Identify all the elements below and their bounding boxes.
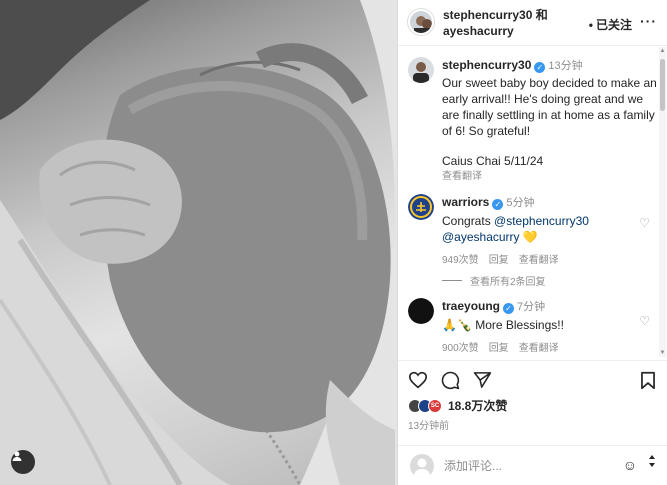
comment-icon[interactable] [441, 371, 460, 395]
comments-list[interactable]: stephencurry30 ✓ 13分钟 Our sweet baby boy d… [398, 47, 660, 359]
emoji-icon[interactable]: ☺ [623, 457, 637, 473]
replies-divider [442, 280, 462, 281]
caption-body: stephencurry30 ✓ 13分钟 Our sweet baby boy d… [442, 57, 658, 185]
post-timestamp[interactable]: 13分钟前 [408, 417, 449, 432]
author-name-line2[interactable]: ayeshacurry [443, 23, 583, 39]
traeyoung-avatar[interactable] [408, 298, 434, 324]
dot-icon: • [588, 17, 593, 32]
caption-translate-link[interactable]: 查看翻译 [442, 171, 482, 182]
comment-item: warriors ✓ 5分钟 Congrats @stephencurry30 @a… [408, 194, 658, 269]
send-icon[interactable] [473, 371, 492, 394]
photo-illustration [0, 0, 397, 485]
author-names[interactable]: stephencurry30 和 ayeshacurry [443, 7, 583, 39]
post-actions: SC 18.8万次赞 13分钟前 [398, 360, 667, 450]
comments-scrollbar[interactable]: ▲ ▼ [659, 47, 666, 357]
translate-link[interactable]: 查看翻译 [519, 255, 559, 266]
author-avatar[interactable] [408, 9, 434, 35]
comment-like-heart-icon[interactable]: ♡ [639, 216, 650, 230]
mention-link[interactable]: @stephencurry30 [494, 214, 589, 228]
mention-link[interactable]: @ayeshacurry [442, 230, 520, 244]
caption-time[interactable]: 13分钟 [548, 60, 582, 72]
comment-likes[interactable]: 900次赞 [442, 343, 479, 354]
comment-username[interactable]: traeyoung [442, 299, 500, 313]
comment-time[interactable]: 5分钟 [506, 197, 534, 209]
view-replies-label[interactable]: 查看所有2条回复 [470, 273, 546, 288]
post-photo[interactable] [0, 0, 397, 485]
comment-likes[interactable]: 949次赞 [442, 255, 479, 266]
comment-body: traeyoung ✓ 7分钟 🙏🍾 More Blessings!! 900次赞回… [442, 298, 658, 357]
comment-congrats-text: Congrats [442, 214, 495, 228]
verified-badge-icon: ✓ [534, 62, 546, 73]
caption-meta: 查看翻译 [442, 169, 658, 185]
comment-time[interactable]: 7分钟 [517, 301, 545, 313]
yellow-heart-emoji: 💛 [522, 230, 538, 244]
scroll-down-icon[interactable]: ▼ [659, 349, 666, 357]
comment-meta: 900次赞 回复 查看翻译 [442, 341, 658, 357]
author-name-line1[interactable]: stephencurry30 和 [443, 7, 583, 23]
following-label: 已关注 [595, 18, 632, 32]
caption-signature: Caius Chai 5/11/24 [442, 154, 544, 168]
comment-item: traeyoung ✓ 7分钟 🙏🍾 More Blessings!! 900次赞回… [408, 298, 658, 357]
caption-avatar[interactable] [408, 57, 434, 83]
liker-avatar: SC [428, 398, 442, 413]
comment-username[interactable]: warriors [442, 195, 489, 209]
user-tag-icon[interactable] [11, 450, 35, 474]
current-user-avatar [410, 453, 434, 478]
translate-link[interactable]: 查看翻译 [519, 343, 559, 354]
comment-body: warriors ✓ 5分钟 Congrats @stephencurry30 @a… [442, 194, 658, 269]
chevron-down-icon[interactable] [647, 454, 657, 471]
verified-badge-icon: ✓ [492, 199, 504, 210]
comment-like-heart-icon[interactable]: ♡ [639, 314, 650, 328]
more-options-icon[interactable]: ··· [640, 13, 657, 29]
comment-meta: 949次赞 回复 查看翻译 [442, 253, 658, 269]
add-comment-input[interactable]: 添加评论... [444, 457, 604, 474]
verified-badge-icon: ✓ [503, 303, 515, 314]
likes-count[interactable]: 18.8万次赞 [448, 397, 507, 414]
warriors-avatar[interactable] [408, 194, 434, 220]
bookmark-icon[interactable] [640, 371, 656, 395]
caption-text: Our sweet baby boy decided to make an ea… [442, 76, 657, 138]
following-button[interactable]: • 已关注 [589, 16, 632, 33]
comment-text: 🙏🍾 More Blessings!! [442, 318, 564, 332]
scrollbar-thumb[interactable] [660, 59, 665, 111]
reply-button[interactable]: 回复 [489, 343, 509, 354]
caption-username[interactable]: stephencurry30 [442, 58, 531, 72]
caption: stephencurry30 ✓ 13分钟 Our sweet baby boy d… [408, 57, 658, 185]
comment-text: Congrats @stephencurry30 @ayeshacurry 💛 [442, 213, 658, 245]
likes-summary[interactable]: SC 18.8万次赞 [408, 397, 507, 414]
scroll-up-icon[interactable]: ▲ [659, 47, 666, 55]
heart-icon[interactable] [408, 371, 428, 394]
post-side-panel: stephencurry30 和 ayeshacurry • 已关注 ··· s… [397, 0, 667, 485]
post-header: stephencurry30 和 ayeshacurry • 已关注 ··· [398, 0, 667, 46]
view-replies-button[interactable]: 查看所有2条回复 [442, 273, 546, 288]
reply-button[interactable]: 回复 [489, 255, 509, 266]
